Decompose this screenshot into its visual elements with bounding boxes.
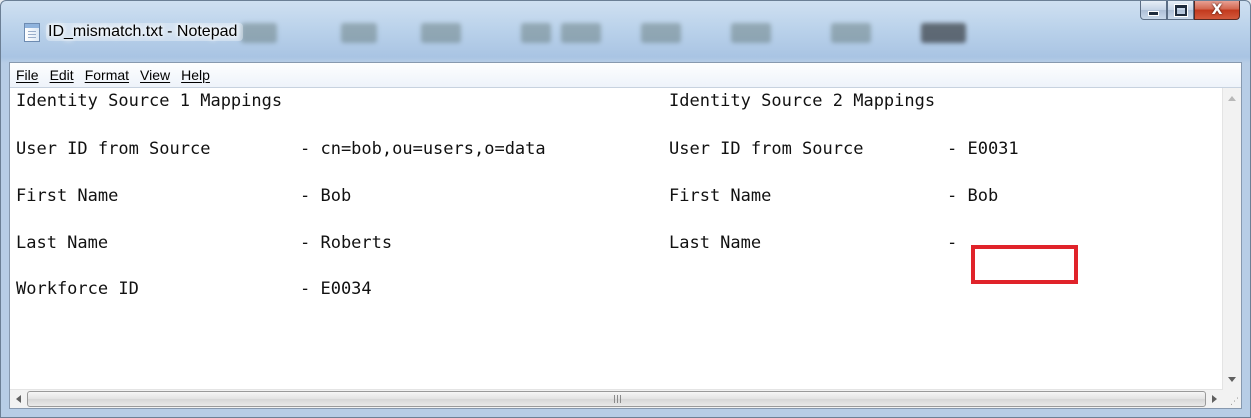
arrow-right-icon[interactable]	[1212, 395, 1217, 403]
horizontal-scroll-thumb[interactable]	[27, 391, 1206, 407]
source2-label-last-name: Last Name	[669, 233, 762, 253]
source1-value-first-name: - Bob	[300, 186, 352, 206]
background-blur	[921, 23, 966, 43]
arrow-left-icon[interactable]	[16, 395, 21, 403]
source1-value-last-name: - Roberts	[300, 233, 393, 253]
background-blur	[521, 23, 551, 43]
missing-value-highlight	[971, 245, 1078, 284]
background-blur	[241, 23, 277, 43]
close-icon: X	[1211, 2, 1223, 18]
background-blur	[341, 23, 377, 43]
title-bar[interactable]: ID_mismatch.txt - Notepad X	[1, 1, 1250, 61]
menu-view[interactable]: View	[140, 67, 170, 83]
text-editor[interactable]: Identity Source 1 Mappings User ID from …	[10, 88, 1223, 390]
window-title: ID_mismatch.txt - Notepad	[46, 23, 244, 41]
source1-label-last-name: Last Name	[16, 233, 109, 253]
vertical-scrollbar[interactable]	[1222, 88, 1241, 390]
maximize-button[interactable]	[1167, 1, 1194, 20]
source2-label-user-id: User ID from Source	[669, 139, 864, 159]
close-button[interactable]: X	[1194, 1, 1240, 20]
menu-format[interactable]: Format	[85, 67, 129, 83]
menu-file[interactable]: File	[16, 67, 39, 83]
menu-bar: File Edit Format View Help	[10, 63, 1241, 88]
source1-heading: Identity Source 1 Mappings	[16, 91, 283, 111]
minimize-icon	[1148, 10, 1159, 16]
source1-label-user-id: User ID from Source	[16, 139, 211, 159]
source1-label-first-name: First Name	[16, 186, 119, 206]
source2-value-user-id: - E0031	[947, 139, 1019, 159]
arrow-up-icon[interactable]	[1228, 96, 1236, 101]
size-grip[interactable]: ⋰	[1223, 390, 1241, 408]
size-grip-icon: ⋰	[1230, 397, 1239, 407]
minimize-button[interactable]	[1140, 1, 1167, 20]
source2-heading: Identity Source 2 Mappings	[669, 91, 936, 111]
grip-icon	[613, 395, 621, 403]
background-blur	[561, 23, 601, 43]
notepad-icon[interactable]	[24, 23, 40, 42]
source1-label-workforce-id: Workforce ID	[16, 279, 139, 299]
caption-buttons: X	[1140, 1, 1240, 21]
menu-edit[interactable]: Edit	[50, 67, 74, 83]
horizontal-scrollbar[interactable]	[10, 389, 1223, 408]
source1-value-workforce-id: - E0034	[300, 279, 372, 299]
source2-label-first-name: First Name	[669, 186, 772, 206]
source2-value-last-name: -	[947, 233, 958, 253]
background-blur	[641, 23, 681, 43]
notepad-window: ID_mismatch.txt - Notepad X File Edit Fo…	[0, 0, 1251, 418]
source1-value-user-id: - cn=bob,ou=users,o=data	[300, 139, 546, 159]
arrow-down-icon[interactable]	[1228, 377, 1236, 382]
background-blur	[731, 23, 771, 43]
source2-value-first-name: - Bob	[947, 186, 999, 206]
background-blur	[421, 23, 461, 43]
background-blur	[831, 23, 871, 43]
maximize-icon	[1173, 3, 1188, 17]
menu-help[interactable]: Help	[181, 67, 210, 83]
client-area: File Edit Format View Help Identity Sour…	[9, 62, 1242, 409]
